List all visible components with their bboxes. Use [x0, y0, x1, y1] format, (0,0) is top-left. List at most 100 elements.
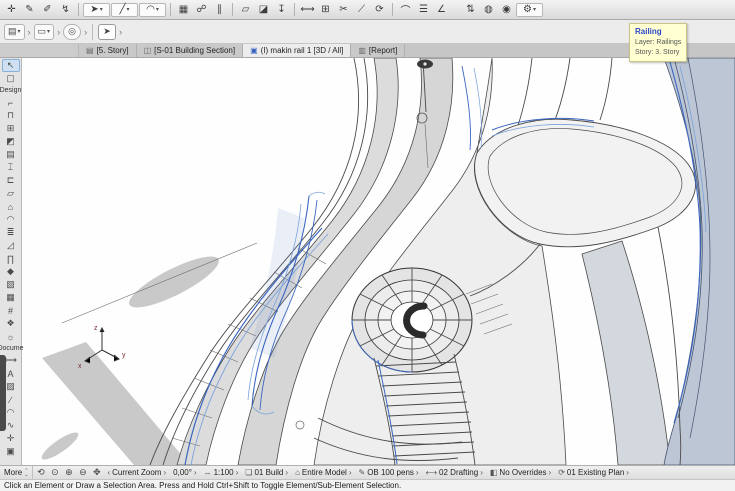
settings-gear-dropdown[interactable]: ⚙▾: [516, 3, 543, 17]
shapes-icon[interactable]: ▱: [237, 2, 254, 17]
chevron-right-icon: ›: [349, 468, 352, 477]
chevron-left-icon[interactable]: ‹: [107, 468, 110, 477]
door-tool[interactable]: ⊓: [2, 109, 20, 122]
arc-style-dropdown[interactable]: ◠▾: [139, 3, 166, 17]
chevron-right-icon: ›: [119, 27, 122, 37]
graphic-override-value: No Overrides: [499, 468, 546, 477]
guide-lines-icon[interactable]: ∥: [211, 2, 228, 17]
teamwork-icon[interactable]: ⇅: [462, 2, 479, 17]
measure-icon[interactable]: ⌒: [397, 2, 414, 17]
tab-building-section[interactable]: ◫ [S-01 Building Section]: [137, 44, 244, 57]
beam-tool[interactable]: ⊏: [2, 174, 20, 187]
arrow-tool-dropdown[interactable]: ➤▾: [83, 3, 110, 17]
move-tool-icon[interactable]: ✛: [3, 2, 20, 17]
rotation-control[interactable]: 0,00° ›: [170, 468, 199, 477]
publish-icon[interactable]: ◍: [480, 2, 497, 17]
axis-z-label: z: [94, 325, 98, 332]
eyedropper-icon[interactable]: ✐: [39, 2, 56, 17]
tooltip-element-name: Railing: [635, 26, 681, 38]
chevron-right-icon: ›: [549, 468, 552, 477]
shell-tool[interactable]: ◠: [2, 213, 20, 226]
object-tool[interactable]: ❖: [2, 317, 20, 330]
element-settings-dropdown[interactable]: ▭▾: [34, 24, 55, 40]
toolbar-separator: [78, 3, 79, 16]
window-tool[interactable]: ⊞: [2, 122, 20, 135]
zoom-control[interactable]: ‹ Current Zoom ›: [104, 468, 169, 477]
pencil-icon[interactable]: ✎: [21, 2, 38, 17]
scale-value: 1:100: [214, 468, 234, 477]
rotate-icon[interactable]: ⟳: [371, 2, 388, 17]
stair-tool[interactable]: ≣: [2, 226, 20, 239]
scroll-back-icon[interactable]: ⟲: [34, 467, 47, 478]
active-tool-indicator[interactable]: ➤: [98, 24, 116, 40]
figure-tool[interactable]: ▣: [2, 445, 20, 458]
line-style-dropdown[interactable]: ╱▾: [111, 3, 138, 17]
railing-tool[interactable]: ∏: [2, 252, 20, 265]
hotspot-tool[interactable]: ✛: [2, 432, 20, 445]
3d-viewport[interactable]: z x y: [22, 58, 735, 465]
tab-label: [S-01 Building Section]: [154, 46, 235, 55]
camera-icon[interactable]: ◉: [498, 2, 515, 17]
scale-control[interactable]: ↔ 1:100 ›: [201, 468, 242, 477]
palette-handle[interactable]: [0, 355, 6, 431]
tab-report[interactable]: ▥ [Report]: [351, 44, 405, 57]
renovation-filter-control[interactable]: ⟳ 01 Existing Plan ›: [555, 468, 632, 477]
lamp-tool[interactable]: ☼: [2, 330, 20, 343]
layer-combination-control[interactable]: ❏ 01 Build ›: [242, 468, 291, 477]
dimension-icon[interactable]: ⟷: [299, 2, 316, 17]
zoom-out-icon[interactable]: ⊖: [76, 467, 89, 478]
anchor-icon[interactable]: ↧: [273, 2, 290, 17]
more-button[interactable]: More ⌃⌄: [2, 466, 33, 479]
renovation-filter-icon: ⟳: [558, 468, 565, 477]
skylight-tool[interactable]: ◩: [2, 135, 20, 148]
graphic-override-icon: ◧: [490, 468, 498, 477]
syringe-icon[interactable]: ↯: [57, 2, 74, 17]
tab-3d-view[interactable]: ▣ (I) makin rail 1 [3D / All]: [243, 44, 351, 57]
caret-down-icon: ⌄: [24, 473, 28, 477]
column-tool[interactable]: ⌶: [2, 161, 20, 174]
transfer-settings-button[interactable]: ◎: [63, 24, 81, 40]
marquee-tool[interactable]: ▢: [2, 72, 20, 85]
pan-icon[interactable]: ✥: [90, 467, 103, 478]
transfer-icon: ◎: [68, 26, 76, 37]
solid-operations-icon[interactable]: ◪: [255, 2, 272, 17]
grid-snap-icon[interactable]: ▦: [175, 2, 192, 17]
tab-label: [5. Story]: [97, 46, 129, 55]
toolbar-separator: [294, 3, 295, 16]
toolbar-separator: [92, 24, 93, 40]
chevron-right-icon: ›: [194, 468, 197, 477]
grid-element-tool[interactable]: #: [2, 304, 20, 317]
model-filter-control[interactable]: ⌂ Entire Model ›: [292, 468, 354, 477]
curtain-wall-tool[interactable]: ▤: [2, 148, 20, 161]
graphic-override-control[interactable]: ◧ No Overrides ›: [487, 468, 554, 477]
mesh-tool[interactable]: ▦: [2, 291, 20, 304]
zone-tool[interactable]: ▧: [2, 278, 20, 291]
arrow-tool[interactable]: ↖: [2, 59, 20, 72]
angle-icon[interactable]: ∠: [433, 2, 450, 17]
favorites-dropdown[interactable]: ▤▾: [4, 24, 25, 40]
chevron-right-icon: ›: [57, 27, 60, 37]
arrow-icon: ➤: [90, 4, 98, 15]
layers-icon[interactable]: ☰: [415, 2, 432, 17]
chevron-right-icon[interactable]: ›: [163, 468, 166, 477]
zoom-in-icon[interactable]: ⊕: [62, 467, 75, 478]
3d-view-tab-icon: ▣: [250, 46, 258, 55]
magnet-icon[interactable]: ☍: [193, 2, 210, 17]
roof-tool[interactable]: ⌂: [2, 200, 20, 213]
schedule-table-icon[interactable]: ⊞: [317, 2, 334, 17]
scissors-icon[interactable]: ✂: [335, 2, 352, 17]
pen-set-control[interactable]: ✎ OB 100 pens ›: [356, 468, 422, 477]
wall-tool[interactable]: ⌐: [2, 96, 20, 109]
dimension-style-control[interactable]: ⟷ 02 Drafting ›: [423, 468, 486, 477]
ramp-tool[interactable]: ◿: [2, 239, 20, 252]
spiral-stair: [352, 268, 472, 372]
toolbox-design-label: Design: [0, 85, 21, 96]
options-toolbar: ▤▾ › ▭▾ › ◎ › ➤ ›: [0, 20, 735, 44]
3d-model-drawing: z x y: [22, 58, 735, 465]
morph-tool[interactable]: ◆: [2, 265, 20, 278]
pen-set-icon: ✎: [359, 468, 366, 477]
tab-5-story[interactable]: ▤ [5. Story]: [79, 44, 137, 57]
slab-tool[interactable]: ▱: [2, 187, 20, 200]
zoom-lens-icon[interactable]: ⊙: [48, 467, 61, 478]
knife-icon[interactable]: ⟋: [353, 2, 370, 17]
